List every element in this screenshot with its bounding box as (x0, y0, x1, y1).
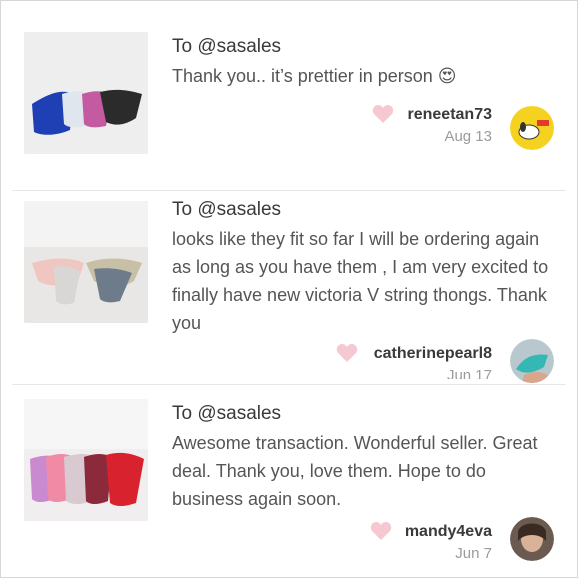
product-photo[interactable] (24, 399, 148, 521)
review-date: Aug 13 (444, 128, 492, 145)
reviewer-username[interactable]: mandy4eva (405, 523, 492, 541)
product-photo-icon (24, 399, 148, 521)
review-recipient: To @sasales (172, 199, 282, 220)
review-date: Jun 7 (455, 545, 492, 562)
reviewer-username[interactable]: catherinepearl8 (374, 345, 492, 363)
user-avatar-icon[interactable] (510, 517, 554, 561)
heart-icon[interactable] (336, 343, 358, 363)
heart-icon[interactable] (370, 521, 392, 541)
review-card[interactable]: To @sasales Thank you.. it’s prettier in… (12, 14, 566, 184)
review-recipient: To @sasales (172, 403, 282, 424)
product-photo-icon (24, 32, 148, 154)
user-avatar-icon[interactable] (510, 339, 554, 383)
review-card[interactable]: To @sasales Awesome transaction. Wonderf… (12, 384, 566, 571)
review-recipient: To @sasales (172, 36, 282, 57)
product-photo[interactable] (24, 32, 148, 154)
product-photo-icon (24, 201, 148, 323)
review-message: Thank you.. it’s prettier in person 😍 (172, 66, 457, 86)
review-message: Awesome transaction. Wonderful seller. G… (172, 433, 538, 509)
review-date: Jun 17 (446, 367, 492, 379)
reviewer-username[interactable]: reneetan73 (408, 106, 493, 124)
heart-icon[interactable] (372, 104, 394, 124)
review-card[interactable]: To @sasales looks like they fit so far I… (12, 190, 566, 383)
snoopy-avatar-icon[interactable] (510, 106, 554, 150)
review-message: looks like they fit so far I will be ord… (172, 229, 549, 333)
product-photo[interactable] (24, 201, 148, 323)
